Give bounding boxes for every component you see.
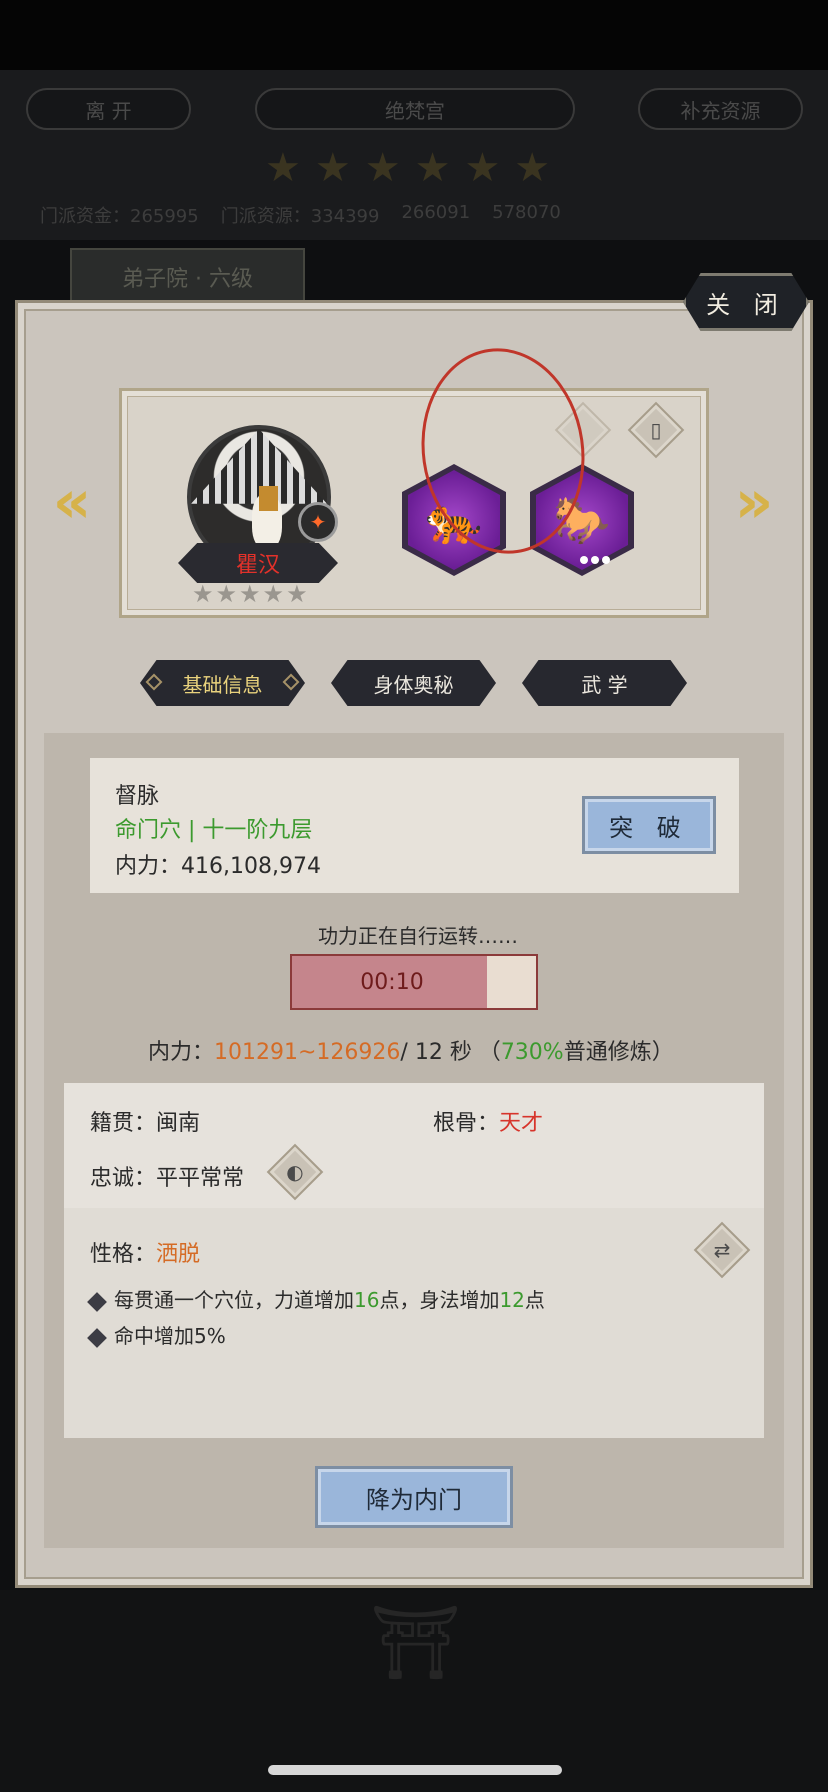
tab-label: 基础信息 bbox=[182, 672, 263, 697]
star-icon: ★ bbox=[314, 145, 351, 191]
star-icon: ★ bbox=[262, 580, 285, 608]
talent-label: 根骨： bbox=[433, 1111, 500, 1136]
meridian-level: 命门穴 | 十一阶九层 bbox=[115, 818, 313, 843]
mask-shape bbox=[259, 486, 279, 511]
demote-button[interactable]: 降为内门 bbox=[315, 1466, 513, 1528]
personality-label: 性格： bbox=[90, 1242, 157, 1267]
stat-4: 578070 bbox=[492, 202, 561, 223]
trait-1-num1: 16 bbox=[354, 1288, 380, 1312]
star-icon: ★ bbox=[286, 580, 308, 608]
close-button[interactable]: 关 闭 bbox=[683, 273, 809, 331]
leave-button: 离 开 bbox=[26, 88, 191, 130]
star-icon: ★ bbox=[364, 145, 401, 191]
trait-2-text: 命中增加5% bbox=[114, 1324, 226, 1348]
bullet-icon bbox=[87, 1327, 107, 1348]
star-icon: ★ bbox=[514, 145, 551, 191]
inner-power-label: 内力： bbox=[115, 854, 182, 879]
trait-2: 命中增加5% bbox=[87, 1320, 226, 1349]
sect-stars: ★ ★ ★ ★ ★ ★ bbox=[265, 148, 550, 188]
loyalty-line: 忠诚：平平常常 bbox=[90, 1160, 244, 1192]
talent-line: 根骨：天才 bbox=[433, 1105, 543, 1137]
star-icon: ★ bbox=[239, 580, 261, 608]
gem-icon bbox=[282, 673, 300, 691]
star-icon: ★ bbox=[265, 145, 301, 191]
home-indicator[interactable] bbox=[268, 1765, 562, 1775]
origin-value: 闽南 bbox=[156, 1111, 201, 1136]
more-dots-icon bbox=[580, 556, 610, 564]
trait-1-mid: 点，身法增加 bbox=[379, 1288, 500, 1312]
personality-line: 性格：洒脱 bbox=[90, 1236, 200, 1268]
talent-value: 天才 bbox=[499, 1111, 544, 1136]
loyalty-label: 忠诚： bbox=[90, 1166, 157, 1191]
progress-timer: 00:10 bbox=[360, 969, 424, 995]
origin-label: 籍贯： bbox=[90, 1111, 157, 1136]
trait-1-num2: 12 bbox=[499, 1288, 525, 1312]
cultivation-rate: 内力：101291~126926/ 12 秒 （730%普通修炼） bbox=[148, 1034, 674, 1066]
star-icon: ★ bbox=[414, 145, 451, 191]
gem-icon bbox=[145, 673, 163, 691]
cultivation-status: 功力正在自行运转…… bbox=[318, 924, 518, 948]
cultivation-progress: 00:10 bbox=[290, 954, 538, 1010]
trait-1-prefix: 每贯通一个穴位，力道增加 bbox=[114, 1288, 354, 1312]
tab-martial-arts[interactable]: 武 学 bbox=[522, 660, 687, 706]
rate-per: / 12 秒 （ bbox=[400, 1040, 501, 1065]
bullet-icon bbox=[87, 1291, 107, 1312]
breakthrough-button[interactable]: 突 破 bbox=[582, 796, 716, 854]
tab-label: 武 学 bbox=[581, 672, 628, 697]
rate-label: 内力： bbox=[148, 1040, 215, 1065]
stat-funds: 门派资金：265995 bbox=[40, 206, 199, 227]
tab-body-secrets[interactable]: 身体奥秘 bbox=[331, 660, 496, 706]
inner-power-value: 416,108,974 bbox=[181, 854, 321, 879]
tab-label: 身体奥秘 bbox=[373, 672, 454, 697]
trait-1-suffix: 点 bbox=[524, 1288, 545, 1312]
rate-range: 101291~126926 bbox=[214, 1040, 401, 1065]
character-stars: ★ ★ ★ ★ ★ bbox=[192, 582, 308, 606]
bag-icon: ◐ bbox=[286, 1160, 304, 1184]
status-bar-area bbox=[0, 0, 828, 70]
rate-percent: 730% bbox=[500, 1040, 564, 1065]
meridian-title: 督脉 bbox=[115, 784, 160, 809]
star-icon: ★ bbox=[215, 580, 238, 608]
swap-icon: ⇄ bbox=[713, 1238, 731, 1262]
personality-value: 洒脱 bbox=[156, 1242, 201, 1267]
loyalty-value: 平平常常 bbox=[156, 1166, 245, 1191]
gate-icon: ⛩ bbox=[370, 1600, 462, 1684]
origin-line: 籍贯：闽南 bbox=[90, 1105, 200, 1137]
rate-mode: 普通修炼） bbox=[563, 1040, 674, 1065]
chevron-left-icon[interactable]: « bbox=[52, 470, 92, 534]
sect-name: 绝梵宫 bbox=[255, 88, 575, 130]
tab-basic-info[interactable]: 基础信息 bbox=[140, 660, 305, 706]
character-name: 瞿汉 bbox=[178, 543, 338, 583]
inner-power-line: 内力：416,108,974 bbox=[115, 848, 321, 880]
stat-3: 266091 bbox=[401, 202, 471, 223]
star-icon: ★ bbox=[464, 145, 501, 191]
flame-icon: ✦ bbox=[298, 502, 338, 542]
door-icon: ▯ bbox=[650, 418, 662, 442]
disciple-hall-tab: 弟子院 · 六级 bbox=[70, 248, 305, 306]
trait-1: 每贯通一个穴位，力道增加16点，身法增加12点 bbox=[87, 1284, 545, 1313]
star-icon: ★ bbox=[192, 580, 214, 608]
stat-resources: 门派资源：334399 bbox=[220, 206, 380, 227]
chevron-right-icon[interactable]: » bbox=[734, 470, 774, 534]
supplement-button: 补充资源 bbox=[638, 88, 803, 130]
sect-stats: 门派资金：265995 门派资源：334399 266091 578070 bbox=[40, 202, 800, 228]
